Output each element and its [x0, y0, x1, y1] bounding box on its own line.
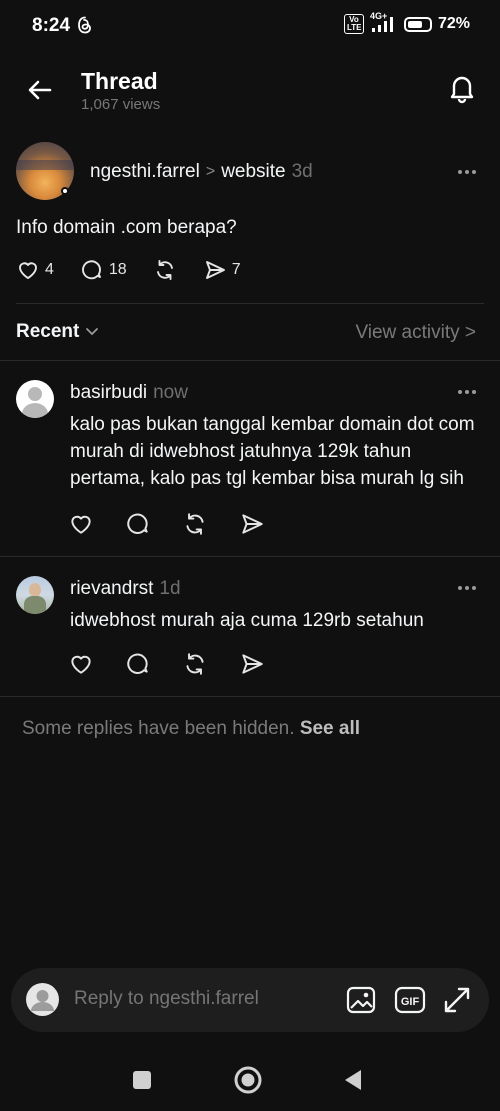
image-icon[interactable] — [345, 984, 377, 1016]
recents-square-icon[interactable] — [132, 1070, 152, 1095]
reply-count: 18 — [108, 261, 127, 278]
battery-fill — [407, 20, 423, 28]
post-actions: 4 18 7 — [16, 258, 267, 282]
reply-composer: GIF — [11, 968, 489, 1032]
repost-button[interactable] — [153, 258, 177, 282]
reply-username-row: basirbudi now — [70, 382, 188, 404]
hidden-replies-note: Some replies have been hidden. See all — [22, 718, 360, 740]
reply-actions — [68, 651, 265, 677]
signal-icon: 4G+ — [370, 11, 398, 33]
send-icon[interactable] — [239, 651, 265, 677]
more-options-icon[interactable] — [458, 170, 480, 176]
reply-button[interactable]: 18 — [80, 258, 127, 282]
post-time: 3d — [291, 161, 313, 182]
bell-icon[interactable] — [446, 72, 478, 104]
gif-icon[interactable]: GIF — [394, 984, 426, 1016]
divider — [0, 556, 500, 557]
post-username[interactable]: ngesthi.farrel — [90, 161, 200, 183]
heart-icon[interactable] — [68, 651, 94, 677]
reply-time: 1d — [159, 578, 181, 599]
reply-text: kalo pas bukan tanggal kembar domain dot… — [70, 414, 475, 489]
repost-icon[interactable] — [182, 651, 208, 677]
reply-input[interactable] — [74, 988, 334, 1010]
home-circle-icon[interactable] — [234, 1066, 262, 1099]
heart-icon[interactable] — [68, 511, 94, 537]
comment-icon[interactable] — [125, 511, 151, 537]
arrow-left-icon[interactable] — [26, 76, 54, 104]
like-count: 4 — [45, 261, 54, 278]
volte-badge: Vo LTE — [343, 14, 364, 34]
user-avatar-icon — [26, 983, 59, 1016]
gif-label: GIF — [401, 996, 420, 1008]
post-meta: ngesthi.farrel > website 3d — [90, 161, 313, 183]
send-icon[interactable] — [239, 511, 265, 537]
divider — [0, 360, 500, 361]
sort-dropdown[interactable]: Recent — [16, 321, 99, 343]
like-button[interactable]: 4 — [16, 258, 54, 282]
page-title: Thread — [81, 68, 158, 94]
share-count: 7 — [231, 261, 241, 278]
post-text: Info domain .com berapa? — [16, 217, 237, 238]
view-activity-link[interactable]: View activity > — [355, 322, 476, 344]
reply-text: idwebhost murah aja cuma 129rb setahun — [70, 610, 424, 631]
avatar-badge — [61, 187, 69, 195]
post-topic[interactable]: website — [221, 161, 285, 183]
repost-icon — [156, 260, 173, 280]
repost-icon[interactable] — [182, 511, 208, 537]
more-options-icon[interactable] — [458, 390, 480, 396]
system-nav-bar — [0, 1050, 500, 1111]
reply-actions — [68, 511, 265, 537]
chevron-down-icon — [86, 328, 99, 336]
divider — [0, 696, 500, 697]
reply-username[interactable]: rievandrst — [70, 578, 153, 599]
chevron-right-icon: > — [205, 163, 216, 180]
divider — [16, 303, 484, 304]
see-all-link[interactable]: See all — [300, 718, 360, 739]
battery-icon — [403, 16, 432, 32]
reply-username[interactable]: basirbudi — [70, 382, 147, 403]
reply-username-row: rievandrst 1d — [70, 578, 181, 600]
more-options-icon[interactable] — [458, 586, 480, 592]
reply-time: now — [153, 382, 188, 403]
avatar[interactable] — [16, 576, 54, 614]
threads-logo-icon — [77, 16, 93, 39]
view-count: 1,067 views — [81, 96, 161, 113]
status-time: 8:24 — [32, 15, 71, 36]
send-icon — [205, 261, 225, 279]
comment-icon[interactable] — [125, 651, 151, 677]
heart-icon — [19, 262, 37, 279]
avatar[interactable] — [16, 380, 54, 418]
expand-icon[interactable] — [441, 984, 473, 1016]
sort-label: Recent — [16, 321, 80, 342]
share-button[interactable]: 7 — [203, 258, 241, 282]
back-triangle-icon[interactable] — [343, 1068, 363, 1097]
hidden-replies-text: Some replies have been hidden. — [22, 718, 295, 739]
battery-percent: 72% — [437, 15, 470, 32]
comment-icon — [82, 260, 101, 280]
status-bar: 8:24 Vo LTE 4G+ 72% — [0, 0, 500, 52]
header: Thread 1,067 views — [0, 60, 500, 120]
